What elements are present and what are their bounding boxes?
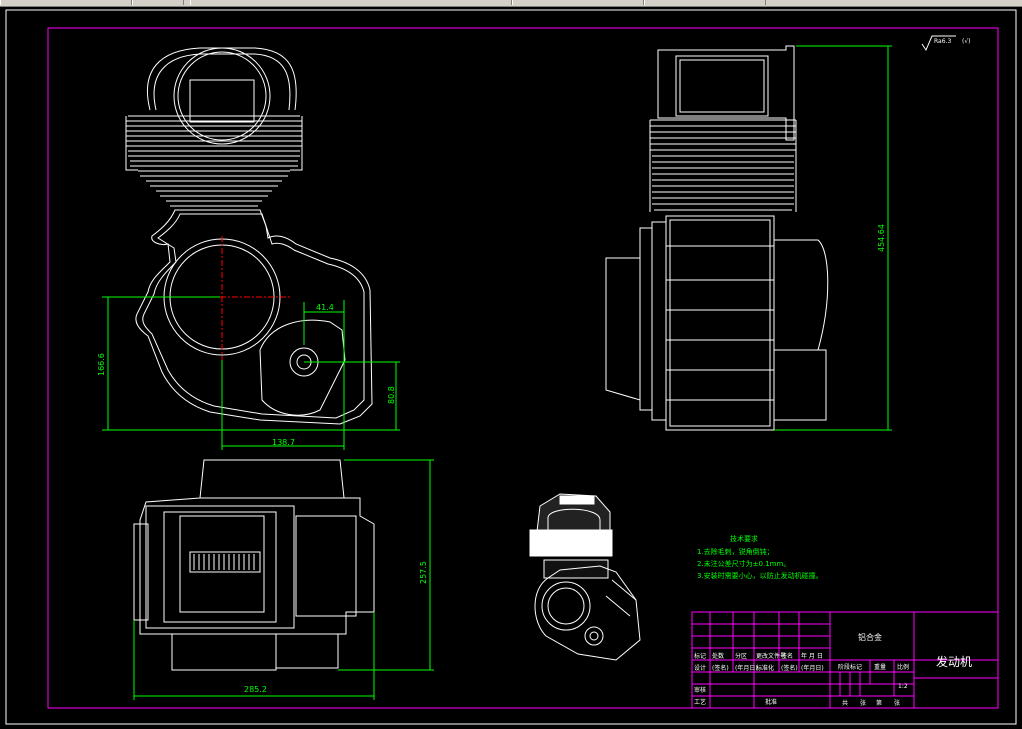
front-view	[125, 47, 373, 425]
roughness-value: Ra6.3	[934, 38, 951, 45]
sheets-2: 第	[876, 699, 882, 707]
dim-454-64: 454.64	[877, 224, 886, 252]
tech-notes-title: 技术要求	[730, 534, 758, 543]
front-dimensions	[102, 296, 400, 450]
side-view	[605, 45, 829, 431]
drawing-frame	[47, 27, 999, 709]
tb-row2-3: 标准化	[756, 664, 774, 672]
dim-257-5: 257.5	[419, 561, 428, 584]
dim-80-8: 80.8	[387, 386, 396, 404]
tb-row2-5: (年月日)	[801, 664, 824, 672]
audit-label: 审核	[694, 686, 706, 694]
sheets-0: 共	[842, 699, 848, 707]
dim-285-2: 285.2	[244, 685, 267, 694]
sheets-3: 张	[894, 699, 900, 707]
tb-row2-1: (签名)	[712, 664, 729, 672]
material-label: 铝合金	[858, 632, 882, 642]
top-view	[133, 459, 375, 671]
drawing-canvas[interactable]: 166.6 41.4 80.8 138.7 454.64 Ra6.3 (√) 2…	[0, 0, 1022, 729]
tech-note-3: 3.安装时需要小心，以防止发动机碰撞。	[697, 571, 823, 580]
top-dimensions	[133, 459, 434, 700]
outer-border	[5, 9, 1017, 725]
tb-row1-0: 标记	[694, 652, 706, 660]
weight-label: 重量	[874, 663, 886, 671]
tb-row2-4: (签名)	[781, 664, 798, 672]
sheets-1: 张	[860, 699, 866, 707]
tb-row1-2: 分区	[735, 652, 747, 660]
approve-label: 批准	[765, 698, 777, 706]
part-name: 发动机	[936, 654, 972, 669]
dim-138-7: 138.7	[272, 438, 295, 447]
tb-row2-2: (年月日)	[735, 664, 758, 672]
tb-row1-1: 处数	[712, 652, 724, 660]
centerlines	[160, 236, 290, 360]
tech-note-2: 2.未注公差尺寸为±0.1mm。	[697, 559, 790, 568]
tech-note-1: 1.去除毛刺，锐角倒钝；	[697, 547, 774, 556]
isometric-view	[529, 493, 641, 661]
tech-notes: 技术要求 1.去除毛刺，锐角倒钝； 2.未注公差尺寸为±0.1mm。 3.安装时…	[697, 534, 823, 580]
side-dimensions	[774, 45, 892, 431]
process-label: 工艺	[694, 698, 706, 706]
dim-41-4: 41.4	[316, 303, 334, 312]
tb-row2-0: 设计	[694, 664, 706, 672]
scale-value: 1:2	[898, 683, 908, 690]
roughness-paren: (√)	[962, 38, 971, 45]
dim-166-6: 166.6	[97, 353, 106, 376]
stage-label: 阶段标记	[838, 663, 862, 671]
tb-row1-4: 签名	[781, 652, 793, 660]
roughness-symbol: Ra6.3 (√)	[921, 35, 971, 52]
tb-row1-5: 年 月 日	[801, 652, 823, 660]
scale-label: 比例	[897, 663, 909, 671]
